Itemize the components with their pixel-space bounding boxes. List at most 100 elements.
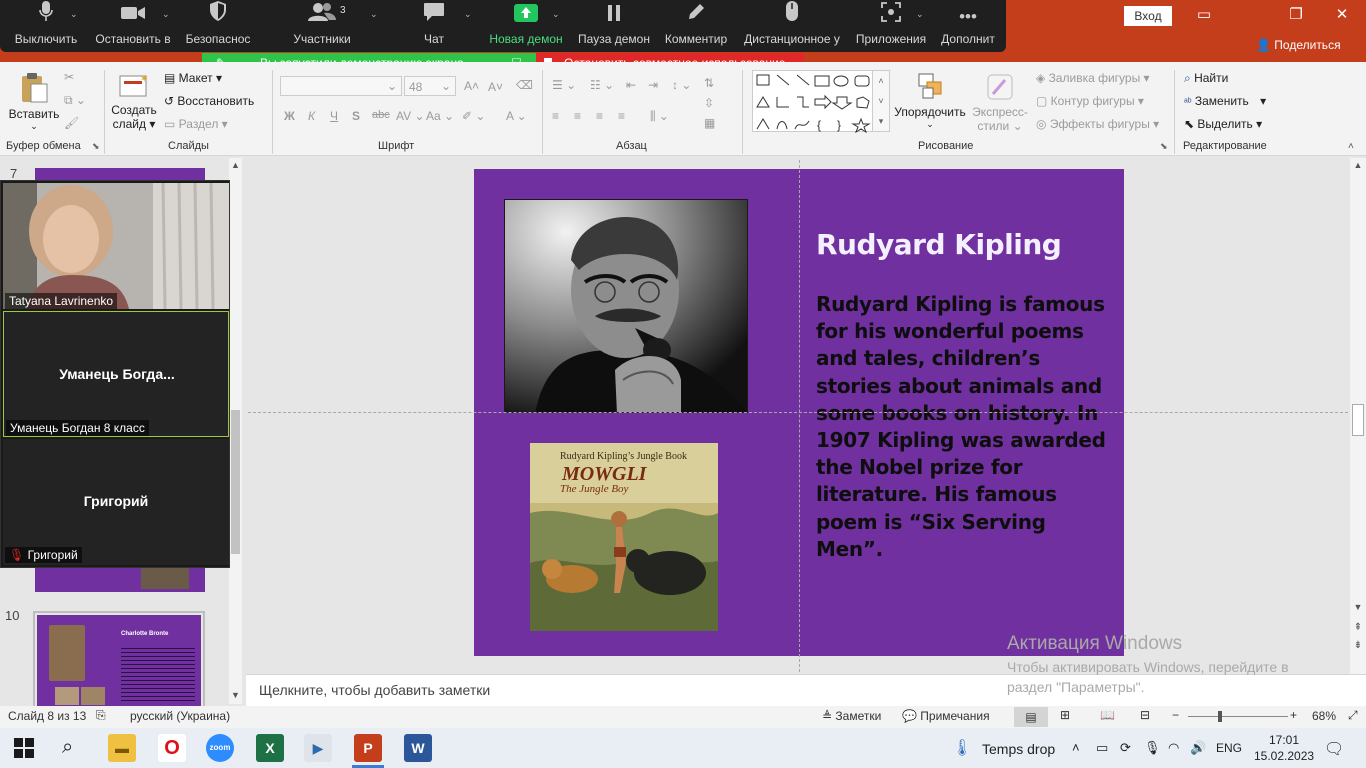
scroll-down-icon[interactable]: ▼: [1350, 602, 1366, 612]
participants-options-chevron-icon[interactable]: ⌄: [370, 9, 378, 20]
zoom-slider-thumb[interactable]: [1218, 711, 1222, 722]
share-button[interactable]: 👤 Поделиться: [1256, 38, 1341, 52]
zoom-slider[interactable]: [1188, 711, 1288, 722]
cut-icon[interactable]: ✂: [64, 70, 74, 84]
reset-button[interactable]: ↺ Восстановить: [164, 94, 254, 108]
scroll-thumb[interactable]: [1352, 404, 1364, 436]
clipboard-launcher-icon[interactable]: ⬊: [92, 141, 100, 152]
slide-sorter-view-icon[interactable]: ⊞: [1060, 708, 1070, 722]
zoom-video-panel[interactable]: Tatyana Lavrinenko Уманець Богда... Уман…: [0, 180, 230, 568]
text-direction-icon[interactable]: ⇅: [704, 76, 714, 90]
comments-toggle-button[interactable]: 💬 Примечания: [902, 709, 990, 723]
video-tile-bogdan[interactable]: Уманець Богда... Уманець Богдан 8 класс: [3, 311, 229, 437]
collapse-ribbon-icon[interactable]: ˄: [1348, 141, 1354, 152]
zoom-app-icon[interactable]: zoom: [206, 734, 234, 762]
next-slide-icon[interactable]: ⇟: [1350, 640, 1366, 651]
font-size-combo[interactable]: 48 ⌄: [404, 76, 456, 96]
fit-to-window-icon[interactable]: ⤢: [1348, 708, 1358, 723]
annotate-button[interactable]: Комментир: [662, 0, 730, 52]
justify-icon[interactable]: ≡: [618, 109, 625, 123]
previous-slide-icon[interactable]: ⇞: [1350, 622, 1366, 633]
video-options-chevron-icon[interactable]: ⌄: [162, 9, 170, 20]
section-button[interactable]: ▭ Раздел ▾: [164, 117, 228, 131]
drawing-launcher-icon[interactable]: ⬊: [1160, 141, 1168, 152]
notifications-icon[interactable]: 🗨: [1324, 739, 1344, 759]
paste-button[interactable]: Вставить ⌄: [8, 72, 60, 132]
horizontal-guide[interactable]: [248, 412, 1348, 413]
align-right-icon[interactable]: ≡: [596, 109, 603, 123]
language-indicator[interactable]: русский (Украина): [130, 709, 230, 723]
smartart-icon[interactable]: ▦: [704, 116, 715, 130]
shadow-icon[interactable]: S: [352, 109, 360, 123]
sync-icon[interactable]: ⟳: [1120, 740, 1131, 756]
decrease-indent-icon[interactable]: ⇤: [626, 78, 636, 92]
bullets-icon[interactable]: ☰ ⌄: [552, 78, 576, 92]
ribbon-display-icon[interactable]: ▭: [1184, 4, 1224, 26]
zoom-level[interactable]: 68%: [1312, 709, 1336, 723]
scroll-thumb[interactable]: [231, 410, 240, 554]
zoom-in-icon[interactable]: +: [1290, 708, 1297, 722]
format-painter-icon[interactable]: 🖌: [64, 116, 79, 130]
media-player-icon[interactable]: ▶: [304, 734, 332, 762]
zoom-out-icon[interactable]: −: [1172, 708, 1179, 722]
columns-icon[interactable]: ⫼ ⌄: [650, 109, 669, 124]
thumbnail-scrollbar[interactable]: ▲ ▼: [229, 158, 242, 704]
numbering-icon[interactable]: ☷ ⌄: [590, 78, 614, 92]
search-icon[interactable]: ⌕: [62, 736, 73, 759]
mute-button[interactable]: Выключить: [10, 0, 82, 52]
video-tile-tatyana[interactable]: Tatyana Lavrinenko: [3, 183, 229, 309]
bold-icon[interactable]: Ж: [284, 109, 295, 123]
font-name-combo[interactable]: ⌄: [280, 76, 402, 96]
mute-options-chevron-icon[interactable]: ⌄: [70, 9, 78, 20]
change-case-icon[interactable]: Aa ⌄: [426, 109, 454, 123]
chat-options-chevron-icon[interactable]: ⌄: [464, 9, 472, 20]
windows-start-icon[interactable]: [14, 738, 34, 761]
excel-icon[interactable]: X: [256, 734, 284, 762]
new-slide-button[interactable]: ✶ Создать слайд ▾: [110, 72, 158, 131]
reading-view-icon[interactable]: 📖: [1100, 708, 1115, 722]
spellcheck-icon[interactable]: ⎘: [96, 708, 106, 723]
font-color-icon[interactable]: A ⌄: [506, 109, 527, 123]
apps-button[interactable]: Приложения: [852, 0, 930, 52]
stop-video-button[interactable]: Остановить в: [94, 0, 172, 52]
scroll-down-icon[interactable]: ▼: [229, 690, 242, 700]
close-window-icon[interactable]: ✕: [1322, 4, 1362, 26]
shape-outline-button[interactable]: ▢ Контур фигуры ▾: [1036, 94, 1144, 108]
new-share-button[interactable]: Новая демон: [486, 0, 566, 52]
scroll-up-icon[interactable]: ▲: [1350, 160, 1366, 170]
copy-icon[interactable]: ⧉ ⌄: [64, 93, 86, 108]
remote-control-button[interactable]: Дистанционное у: [740, 0, 844, 52]
underline-icon[interactable]: Ч: [330, 109, 338, 123]
layout-button[interactable]: ▤ Макет ▾: [164, 71, 222, 85]
canvas-scrollbar[interactable]: ▲ ▼ ⇞ ⇟: [1350, 158, 1366, 674]
powerpoint-icon[interactable]: P: [354, 734, 382, 762]
thermometer-icon[interactable]: 🌡: [952, 738, 972, 758]
word-icon[interactable]: W: [404, 734, 432, 762]
decrease-font-size-icon[interactable]: A˅: [488, 80, 503, 94]
weather-widget[interactable]: Temps drop: [982, 741, 1055, 757]
notes-toggle-button[interactable]: ≜ Заметки: [822, 709, 881, 723]
strikethrough-icon[interactable]: abc: [372, 109, 390, 121]
align-left-icon[interactable]: ≡: [552, 109, 559, 123]
shape-fill-button[interactable]: ◈ Заливка фигуры ▾: [1036, 71, 1150, 85]
microphone-tray-icon[interactable]: 🎙: [1144, 740, 1161, 756]
align-text-icon[interactable]: ⇳: [704, 96, 714, 110]
apps-options-chevron-icon[interactable]: ⌄: [916, 9, 924, 20]
video-tile-grigoriy[interactable]: Григорий 🎙 Григорий: [3, 439, 229, 565]
restore-window-icon[interactable]: ❐: [1276, 4, 1316, 26]
char-spacing-icon[interactable]: AV ⌄: [396, 109, 425, 123]
battery-icon[interactable]: ▭: [1096, 740, 1108, 756]
slide-thumbnail-10[interactable]: Charlotte Bronte: [33, 611, 205, 711]
more-button[interactable]: ••• Дополнит: [936, 0, 1000, 52]
kipling-portrait-image[interactable]: [504, 199, 748, 413]
input-language[interactable]: ENG: [1216, 741, 1242, 755]
file-explorer-icon[interactable]: ▬: [108, 734, 136, 762]
show-hidden-icons-chevron-icon[interactable]: ˄: [1072, 740, 1080, 755]
opera-browser-icon[interactable]: O: [158, 734, 186, 762]
scroll-up-icon[interactable]: ▲: [229, 160, 242, 170]
quick-styles-button[interactable]: Экспресс- стили ⌄: [966, 72, 1034, 133]
clock[interactable]: 17:01 15.02.2023: [1254, 732, 1314, 764]
shapes-gallery-scroll[interactable]: ˄ ˅ ▾: [872, 70, 890, 132]
highlight-icon[interactable]: ✐ ⌄: [462, 109, 485, 123]
share-options-chevron-icon[interactable]: ⌄: [552, 9, 560, 20]
